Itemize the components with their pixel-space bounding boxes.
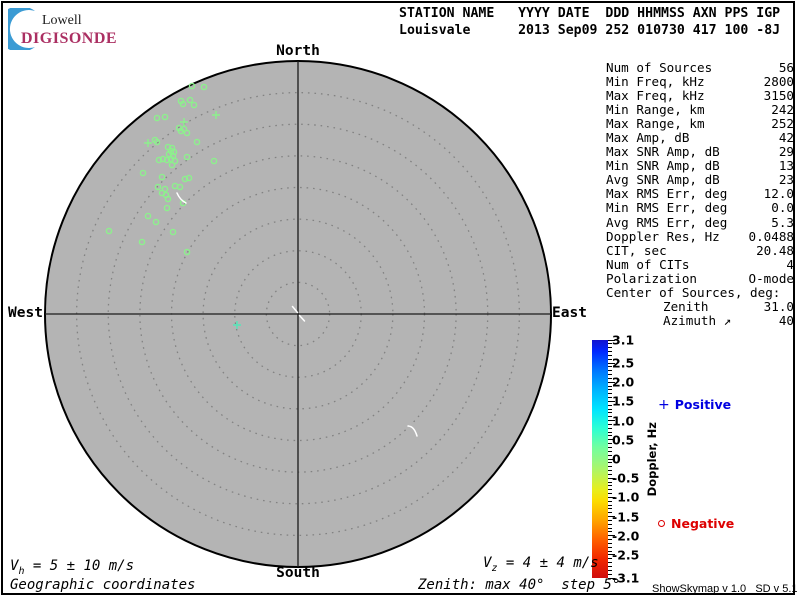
- param-label: Max Amp, dB: [606, 130, 690, 146]
- param-row: Zenith 31.0: [606, 298, 794, 314]
- legend-positive-label: Positive: [674, 397, 732, 412]
- param-row: Num of Sources 56: [606, 60, 794, 75]
- param-label: Max RMS Err, deg: [606, 186, 728, 202]
- param-row: Max RMS Err, deg 12.0: [606, 187, 794, 201]
- param-label: Avg RMS Err, deg: [606, 214, 728, 230]
- zenith-range-note: Zenith: max 40° step 5°: [418, 577, 621, 593]
- param-value: 40: [778, 312, 794, 328]
- param-row: Azimuth ↗ 40: [606, 312, 794, 328]
- param-value: 242: [771, 102, 794, 118]
- measurement-parameters-panel: Num of Sources 56 Min Freq, kHz 2800 Max Fre…: [606, 60, 795, 328]
- horizontal-velocity-label: Vh = 5 ± 10 m/s: [10, 558, 135, 577]
- param-value: 0.0: [771, 200, 794, 216]
- param-label: Avg SNR Amp, dB: [606, 172, 720, 188]
- compass-west-label: West: [8, 305, 43, 321]
- colorbar-tick-label: 0.5: [612, 432, 635, 448]
- vertical-velocity-label: Vz = 4 ± 4 m/s: [483, 555, 599, 574]
- param-value: 2800: [763, 74, 794, 90]
- compass-south-label: South: [276, 565, 320, 581]
- station-header: STATION NAME YYYY DATE DDD HHMMSS AXN PP…: [399, 5, 780, 39]
- software-version-label: ShowSkymap v 1.0 SD v 5.1: [652, 583, 798, 595]
- param-label: Num of Sources: [606, 60, 713, 75]
- param-label: Min Freq, kHz: [606, 74, 705, 90]
- colorbar-tick-label: 1.0: [612, 413, 635, 429]
- colorbar-tick-label: 0: [612, 451, 621, 467]
- param-label: Azimuth ↗: [663, 312, 732, 328]
- colorbar-tick-label: 1.5: [612, 393, 635, 409]
- legend-positive: + Positive: [658, 397, 731, 413]
- param-row: Polarization O-mode: [606, 270, 795, 286]
- compass-north-label: North: [276, 43, 320, 59]
- param-row: Avg RMS Err, deg 5.3: [606, 214, 794, 230]
- param-label: Max Range, km: [606, 116, 705, 132]
- colorbar-axis-label: Doppler, Hz: [645, 421, 659, 497]
- legend-negative-label: Negative: [671, 516, 735, 531]
- param-value: 252: [771, 116, 794, 132]
- param-label: CIT, sec: [606, 242, 667, 258]
- param-label: Polarization: [606, 270, 697, 286]
- lowell-digisonde-logo: Lowell DIGISONDE: [8, 6, 238, 50]
- param-value: 42: [778, 130, 794, 146]
- param-value: 5.3: [771, 214, 794, 230]
- colorbar-tick-label: -2.5: [612, 547, 640, 563]
- param-value: 0.0488: [748, 228, 795, 244]
- param-label: Doppler Res, Hz: [606, 228, 720, 244]
- param-value: 23: [778, 172, 794, 188]
- param-value: 3150: [763, 88, 794, 104]
- param-row: Doppler Res, Hz 0.0488: [606, 228, 795, 244]
- colorbar-tick-label: 2.0: [612, 374, 635, 390]
- param-row: CIT, sec 20.48: [606, 242, 794, 258]
- colorbar-tick-label: -2.0: [612, 528, 640, 544]
- param-label: Min SNR Amp, dB: [606, 158, 720, 174]
- param-row: Max Range, km 252: [606, 117, 794, 131]
- plus-marker-icon: +: [658, 397, 670, 413]
- colorbar-tick-label: -1.5: [612, 509, 640, 525]
- param-label: Max SNR Amp, dB: [606, 144, 720, 160]
- param-row: Max Freq, kHz 3150: [606, 89, 794, 103]
- param-row: Min SNR Amp, dB 13: [606, 159, 794, 173]
- compass-east-label: East: [552, 305, 587, 321]
- param-label: Center of Sources, deg:: [606, 284, 781, 300]
- param-value: 56: [778, 60, 794, 75]
- param-value: 31.0: [763, 298, 794, 314]
- colorbar-tick-label: 2.5: [612, 355, 635, 371]
- param-row: Max Amp, dB 42: [606, 131, 794, 145]
- legend-negative: Negative: [658, 516, 734, 531]
- coordinate-system-label: Geographic coordinates: [10, 577, 196, 593]
- param-label: Min RMS Err, deg: [606, 200, 728, 216]
- param-row: Num of CITs 4: [606, 256, 794, 272]
- param-row: Min RMS Err, deg 0.0: [606, 201, 794, 215]
- param-row: Center of Sources, deg:: [606, 284, 794, 300]
- header-columns-line: STATION NAME YYYY DATE DDD HHMMSS AXN PP…: [399, 6, 781, 21]
- circle-marker-icon: [658, 520, 665, 527]
- param-label: Num of CITs: [606, 256, 690, 272]
- param-row: Min Range, km 242: [606, 103, 794, 117]
- param-label: Zenith: [663, 298, 709, 314]
- param-label: Max Freq, kHz: [606, 88, 705, 104]
- logo-digisonde-text: DIGISONDE: [21, 30, 118, 47]
- param-value: 29: [778, 144, 794, 160]
- doppler-colorbar: [592, 340, 608, 578]
- param-row: Max SNR Amp, dB 29: [606, 145, 794, 159]
- param-row: Avg SNR Amp, dB 23: [606, 173, 794, 187]
- param-value: 13: [778, 158, 794, 174]
- param-value: O-mode: [748, 270, 795, 286]
- colorbar-tick-label: -1.0: [612, 489, 640, 505]
- colorbar-tick-label: 3.1: [612, 332, 635, 348]
- param-value: 12.0: [763, 186, 794, 202]
- logo-lowell-text: Lowell: [42, 13, 82, 28]
- param-label: Min Range, km: [606, 102, 705, 118]
- header-values-line: Louisvale 2013 Sep09 252 010730 417 100 …: [399, 23, 781, 38]
- param-value: 4: [786, 256, 794, 272]
- colorbar-tick-label: -0.5: [612, 470, 640, 486]
- param-value: 20.48: [756, 242, 794, 258]
- param-row: Min Freq, kHz 2800: [606, 74, 794, 90]
